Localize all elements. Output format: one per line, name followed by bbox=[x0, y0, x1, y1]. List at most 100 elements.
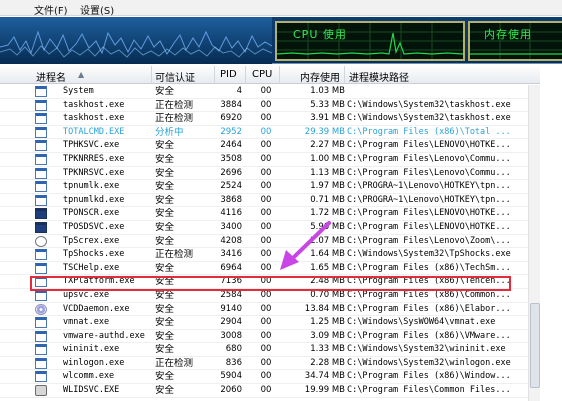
module-path: C:\Program Files (x86)\Common... bbox=[347, 289, 511, 300]
process-pid: 2904 bbox=[220, 317, 242, 328]
process-name: TPKNRSVC.exe bbox=[63, 167, 125, 178]
memory-usage: 2.48 MB bbox=[310, 276, 345, 287]
trust-status: 安全 bbox=[155, 167, 175, 179]
cpu-usage: 00 bbox=[260, 371, 272, 382]
column-divider[interactable] bbox=[279, 66, 280, 84]
table-row[interactable]: tpnumlk.exe 安全 2524 00 1.97 MB C:\PROGRA~1\Le… bbox=[0, 180, 540, 194]
cpu-usage: 00 bbox=[260, 289, 272, 300]
menu-file[interactable]: 文件(F) bbox=[34, 2, 68, 17]
table-row[interactable]: vmnat.exe 安全 2904 00 1.25 MB C:\Windows\SysWO… bbox=[0, 316, 540, 330]
memory-usage-graph: 内存使用 bbox=[468, 21, 562, 61]
window-icon bbox=[35, 181, 47, 193]
column-header-memory[interactable]: 内存使用 bbox=[300, 69, 340, 84]
cpu-usage: 00 bbox=[260, 86, 272, 96]
table-row[interactable]: TPONSCR.exe 安全 4116 00 1.72 MB C:\Program Fil… bbox=[0, 207, 540, 221]
trust-status: 安全 bbox=[155, 153, 175, 165]
table-row[interactable]: VCDDaemon.exe 安全 9140 00 13.84 MB C:\Program … bbox=[0, 303, 540, 317]
table-row[interactable]: taskhost.exe 正在检测 6920 00 3.91 MB C:\Windows\… bbox=[0, 112, 540, 126]
window-icon bbox=[35, 140, 47, 152]
table-row[interactable]: TPHKSVC.exe 安全 2464 00 2.27 MB C:\Program Fil… bbox=[0, 139, 540, 153]
memory-usage: 2.07 MB bbox=[310, 235, 345, 246]
column-divider[interactable] bbox=[214, 66, 215, 84]
process-pid: 6964 bbox=[220, 262, 242, 273]
process-pid: 4 bbox=[236, 86, 242, 96]
table-row[interactable]: winlogon.exe 正在检测 836 00 2.28 MB C:\Windows\S… bbox=[0, 357, 540, 371]
table-row[interactable]: TXPlatform.exe 安全 7136 00 2.48 MB C:\Program … bbox=[0, 275, 540, 289]
process-name: vmware-authd.exe bbox=[63, 330, 145, 341]
table-row[interactable]: wininit.exe 安全 680 00 1.33 MB C:\Windows\Syst… bbox=[0, 343, 540, 357]
table-row[interactable]: System 安全 4 00 1.03 MB bbox=[0, 85, 540, 99]
table-row[interactable]: TOTALCMD.EXE 分析中 2952 00 29.39 MB C:\Program … bbox=[0, 126, 540, 140]
table-row[interactable]: TpScrex.exe 安全 4208 00 2.07 MB C:\Program Fil… bbox=[0, 235, 540, 249]
table-row[interactable]: upsvc.exe 安全 2584 00 0.70 MB C:\Program Files… bbox=[0, 289, 540, 303]
memory-usage: 2.27 MB bbox=[310, 140, 345, 151]
cpu-usage: 00 bbox=[260, 249, 272, 260]
column-divider[interactable] bbox=[245, 66, 246, 84]
process-name: tpnumlkd.exe bbox=[63, 194, 125, 205]
cpu-usage: 00 bbox=[260, 330, 272, 341]
memory-usage: 34.74 MB bbox=[304, 371, 345, 382]
column-header-cpu[interactable]: CPU bbox=[252, 69, 272, 80]
process-name: taskhost.exe bbox=[63, 113, 125, 124]
vertical-scrollbar[interactable] bbox=[528, 85, 540, 401]
table-row[interactable]: TpShocks.exe 正在检测 3416 00 1.64 MB C:\Windows\… bbox=[0, 248, 540, 262]
column-header-name[interactable]: 进程名 bbox=[36, 69, 66, 84]
process-name: TXPlatform.exe bbox=[63, 276, 135, 287]
column-header-trust[interactable]: 可信认证 bbox=[155, 69, 195, 84]
table-row[interactable]: TPKNRRES.exe 安全 3508 00 1.00 MB C:\Program Fi… bbox=[0, 153, 540, 167]
window-icon bbox=[35, 330, 47, 342]
process-name: TpShocks.exe bbox=[63, 249, 125, 260]
process-pid: 836 bbox=[225, 357, 242, 368]
table-row[interactable]: vmware-authd.exe 安全 3008 00 3.09 MB C:\Progra… bbox=[0, 330, 540, 344]
trust-status: 安全 bbox=[155, 235, 175, 247]
cpu-usage: 00 bbox=[260, 194, 272, 205]
window-icon bbox=[35, 126, 47, 138]
cpu-usage: 00 bbox=[260, 344, 272, 355]
module-path: C:\Program Files\Common Files... bbox=[347, 385, 511, 396]
memory-usage: 2.28 MB bbox=[310, 357, 345, 368]
process-pid: 5904 bbox=[220, 371, 242, 382]
module-path: C:\Windows\System32\taskhost.exe bbox=[347, 99, 511, 110]
sort-ascending-icon: ▲ bbox=[78, 70, 85, 79]
table-row[interactable]: TPKNRSVC.exe 安全 2696 00 1.13 MB C:\Program Fi… bbox=[0, 167, 540, 181]
module-path: C:\Program Files (x86)\VMware... bbox=[347, 330, 511, 341]
table-row[interactable]: WLIDSVC.EXE 安全 2060 00 19.99 MB C:\Program Fi… bbox=[0, 384, 540, 398]
table-row[interactable]: TPOSDSVC.exe 安全 3400 00 5.96 MB C:\Program Fi… bbox=[0, 221, 540, 235]
module-path: C:\Program Files\LENOVO\HOTKE... bbox=[347, 208, 511, 219]
cpu-usage: 00 bbox=[260, 262, 272, 273]
table-header: 进程名 ▲ 可信认证 PID CPU 内存使用 进程模块路径 bbox=[0, 66, 540, 84]
module-path: C:\Program Files (x86)\Total ... bbox=[347, 126, 511, 137]
column-header-path[interactable]: 进程模块路径 bbox=[349, 69, 409, 84]
memory-usage: 1.72 MB bbox=[310, 208, 345, 219]
process-pid: 3008 bbox=[220, 330, 242, 341]
cpu-usage: 00 bbox=[260, 357, 272, 368]
process-pid: 7136 bbox=[220, 276, 242, 287]
module-path: C:\Program Files (x86)\TechSm... bbox=[347, 262, 511, 273]
table-row[interactable]: TSCHelp.exe 安全 6964 00 1.65 MB C:\Program Fil… bbox=[0, 262, 540, 276]
menu-settings[interactable]: 设置(S) bbox=[80, 2, 114, 17]
trust-status: 安全 bbox=[155, 181, 175, 193]
memory-usage: 1.03 MB bbox=[310, 86, 345, 96]
cpu-usage: 00 bbox=[260, 140, 272, 151]
column-divider[interactable] bbox=[344, 66, 345, 84]
memory-usage: 0.71 MB bbox=[310, 194, 345, 205]
cpu-usage: 00 bbox=[260, 385, 272, 396]
trust-status: 正在检测 bbox=[155, 99, 194, 111]
column-divider[interactable] bbox=[151, 66, 152, 84]
column-header-pid[interactable]: PID bbox=[220, 69, 237, 80]
table-row[interactable]: tpnumlkd.exe 安全 3868 00 0.71 MB C:\PROGRA~1\L… bbox=[0, 194, 540, 208]
process-name: upsvc.exe bbox=[63, 289, 110, 300]
memory-usage: 1.13 MB bbox=[310, 167, 345, 178]
cpu-usage: 00 bbox=[260, 126, 272, 137]
process-pid: 2464 bbox=[220, 140, 242, 151]
table-row[interactable]: taskhost.exe 正在检测 3884 00 5.33 MB C:\Windows\… bbox=[0, 99, 540, 113]
process-pid: 2952 bbox=[220, 126, 242, 137]
process-pid: 2524 bbox=[220, 181, 242, 192]
process-pid: 3884 bbox=[220, 99, 242, 110]
table-row[interactable]: wlcomm.exe 安全 5904 00 34.74 MB C:\Program Fil… bbox=[0, 370, 540, 385]
scrollbar-thumb[interactable] bbox=[530, 303, 540, 388]
cpu-usage: 00 bbox=[260, 99, 272, 110]
activity-wave-graphic bbox=[0, 17, 272, 64]
process-pid: 680 bbox=[225, 344, 242, 355]
module-path: C:\Program Files (x86)\Window... bbox=[347, 371, 511, 382]
